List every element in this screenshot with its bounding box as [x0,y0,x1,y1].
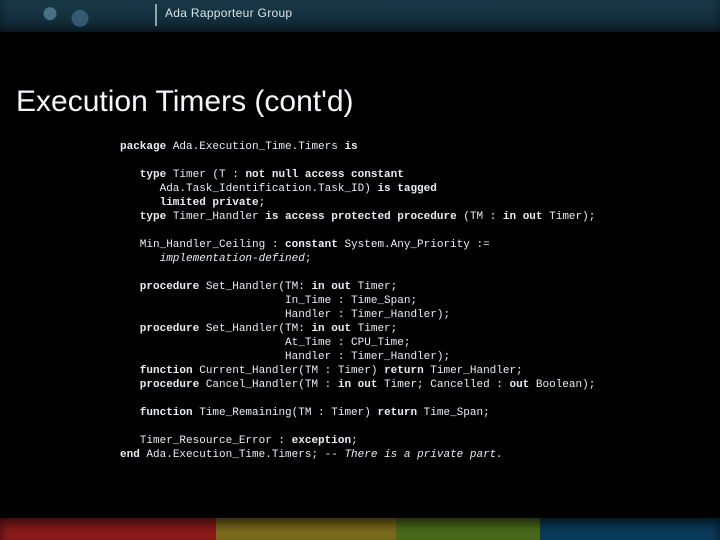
kw-function: function [120,407,193,419]
code-text: System.Any_Priority := [338,239,490,251]
header-divider [155,4,157,26]
code-text: ; [351,435,358,447]
kw-procedure: procedure [120,323,199,335]
code-text: Ada.Task_Identification.Task_ID) [120,183,377,195]
comment: -- There is a private part. [325,449,503,461]
code-text: Set_Handler(TM: [199,323,311,335]
kw-type: type [120,169,166,181]
code-text: Time_Remaining(TM : Timer) [193,407,378,419]
code-text: In_Time : Time_Span; [120,295,417,307]
code-text: Timer_Handler; [424,365,523,377]
kw-package: package [120,141,166,153]
code-text: Handler : Timer_Handler); [120,309,450,321]
kw-is-access-protected-procedure: is access protected procedure [265,211,456,223]
code-text: Timer_Resource_Error : [120,435,292,447]
code-text: Min_Handler_Ceiling : [120,239,285,251]
kw-limited-private: limited private [120,197,259,209]
kw-function: function [120,365,193,377]
kw-is: is [344,141,357,153]
kw-in-out: in out [311,323,351,335]
code-text: ; [259,197,266,209]
code-text: Timer; [351,281,397,293]
kw-in-out: in out [338,379,378,391]
header-group-name: Ada Rapporteur Group [165,6,292,20]
code-text: Timer; Cancelled : [377,379,509,391]
code-text: Timer; [351,323,397,335]
code-text [120,253,160,265]
code-text: Timer (T : [166,169,245,181]
code-block: package Ada.Execution_Time.Timers is typ… [120,140,680,462]
code-text: Timer); [543,211,596,223]
kw-not-null-access-constant: not null access constant [245,169,403,181]
code-text: Ada.Execution_Time.Timers [166,141,344,153]
kw-constant: constant [285,239,338,251]
code-text: Timer_Handler [166,211,265,223]
footer-bar [0,518,720,540]
kw-is-tagged: is tagged [377,183,436,195]
slide-title: Execution Timers (cont'd) [16,85,354,119]
code-text: Boolean); [529,379,595,391]
code-text: Current_Handler(TM : Timer) [193,365,384,377]
kw-return: return [377,407,417,419]
kw-in-out: in out [503,211,543,223]
code-text: Cancel_Handler(TM : [199,379,338,391]
code-text: Set_Handler(TM: [199,281,311,293]
code-text: ; [305,253,312,265]
code-text: Handler : Timer_Handler); [120,351,450,363]
impl-defined: implementation-defined [160,253,305,265]
slide: Ada Rapporteur Group Execution Timers (c… [0,0,720,540]
kw-return: return [384,365,424,377]
kw-in-out: in out [311,281,351,293]
code-text: Ada.Execution_Time.Timers; [140,449,325,461]
kw-procedure: procedure [120,379,199,391]
code-text: Time_Span; [417,407,490,419]
kw-out: out [509,379,529,391]
kw-procedure: procedure [120,281,199,293]
kw-type: type [120,211,166,223]
code-text: (TM : [457,211,503,223]
code-text: At_Time : CPU_Time; [120,337,410,349]
header-bar: Ada Rapporteur Group [0,0,720,32]
kw-exception: exception [292,435,351,447]
kw-end: end [120,449,140,461]
